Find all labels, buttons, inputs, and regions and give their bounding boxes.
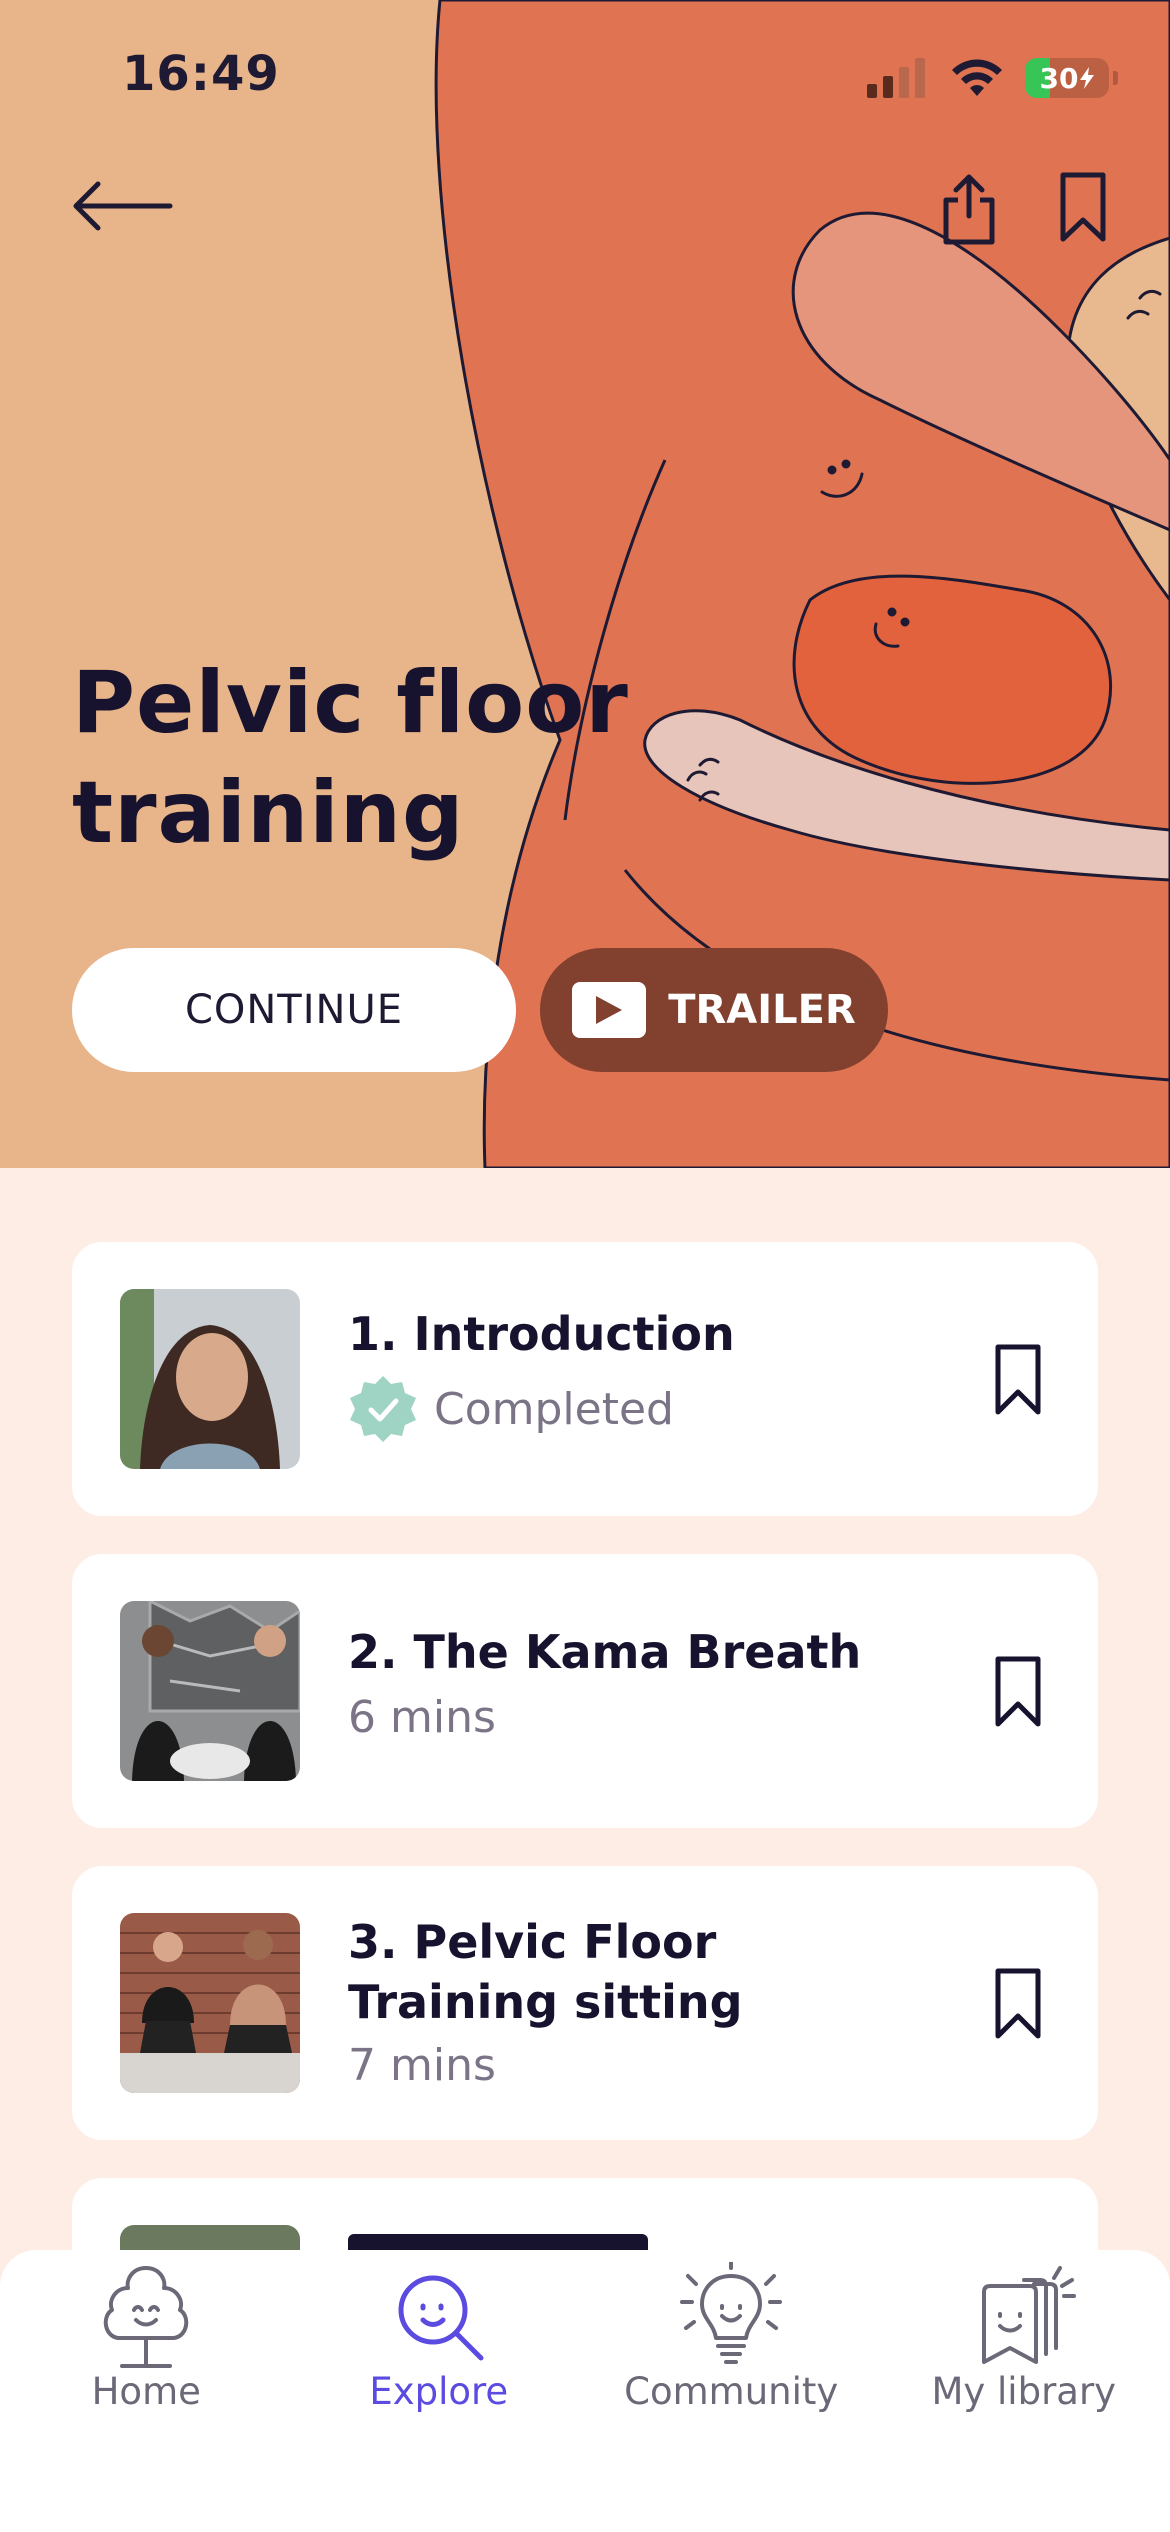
bookmark-icon: [995, 1344, 1041, 1415]
save-course-button[interactable]: [1050, 170, 1116, 244]
bookmark-button-2[interactable]: [990, 1654, 1046, 1730]
battery-indicator: 30: [1025, 58, 1109, 98]
library-cards-icon: [981, 2266, 1076, 2364]
tab-explore-label: Explore: [369, 2370, 509, 2413]
title-line-1: Pelvic floor: [72, 653, 629, 753]
lesson-title-3-line-2: Training sitting: [348, 1975, 743, 2029]
back-button[interactable]: [70, 176, 174, 236]
bookmark-icon: [995, 1968, 1041, 2039]
charging-bolt-icon: [1080, 67, 1095, 89]
tab-my-library-label: My library: [931, 2370, 1117, 2413]
tab-home[interactable]: Home: [0, 2250, 293, 2532]
tab-home-label: Home: [91, 2370, 201, 2413]
trailer-label: TRAILER: [668, 987, 856, 1033]
title-line-2: training: [72, 763, 465, 863]
play-icon: [572, 982, 647, 1038]
cellular-signal-icon: [867, 58, 925, 98]
completed-label: Completed: [434, 1383, 674, 1435]
lesson-title-1: 1. Introduction: [348, 1307, 735, 1361]
tab-community[interactable]: Community: [585, 2250, 878, 2532]
continue-button[interactable]: CONTINUE: [72, 948, 516, 1072]
tab-explore[interactable]: Explore: [293, 2250, 586, 2532]
lesson-thumbnail-1: [120, 1289, 300, 1469]
bookmark-button-1[interactable]: [990, 1342, 1046, 1418]
bookmark-icon: [1060, 172, 1106, 242]
lesson-thumbnail-3: [120, 1913, 300, 2093]
lesson-duration-3: 7 mins: [348, 2040, 496, 2091]
tab-community-label: Community: [624, 2370, 839, 2413]
lesson-duration-2: 6 mins: [348, 1692, 496, 1743]
lesson-card-3[interactable]: 3. Pelvic Floor Training sitting 7 mins: [72, 1866, 1098, 2140]
page-title: Pelvic floor training: [72, 648, 712, 868]
status-icons: 30: [867, 54, 1118, 102]
completed-status: Completed: [348, 1374, 674, 1444]
bookmark-icon: [995, 1656, 1041, 1727]
bookmark-button-3[interactable]: [990, 1966, 1046, 2042]
battery-level: 30: [1039, 61, 1079, 95]
lesson-title-2: 2. The Kama Breath: [348, 1625, 862, 1679]
search-face-icon: [398, 2275, 484, 2361]
arrow-left-icon: [73, 181, 173, 231]
wifi-icon: [952, 59, 1002, 96]
share-button[interactable]: [936, 172, 1002, 246]
status-time: 16:49: [122, 46, 280, 102]
lesson-card-2[interactable]: 2. The Kama Breath 6 mins: [72, 1554, 1098, 1828]
check-badge-icon: [350, 1376, 416, 1442]
battery-tip: [1113, 71, 1118, 85]
trailer-button[interactable]: TRAILER: [540, 948, 888, 1072]
lesson-thumbnail-2: [120, 1601, 300, 1781]
lesson-title-3-line-1: 3. Pelvic Floor: [348, 1915, 717, 1969]
lightbulb-icon: [680, 2262, 783, 2364]
bottom-tab-bar: Home Explore Community My library: [0, 2250, 1170, 2532]
lesson-card-1[interactable]: 1. Introduction Completed: [72, 1242, 1098, 1516]
tree-icon: [104, 2266, 189, 2368]
share-icon: [943, 174, 995, 245]
course-hero: 16:49 30 Pelvic floor training CONTINUE …: [0, 0, 1170, 1168]
tab-my-library[interactable]: My library: [878, 2250, 1170, 2532]
lesson-title-3: 3. Pelvic Floor Training sitting: [348, 1912, 928, 2032]
